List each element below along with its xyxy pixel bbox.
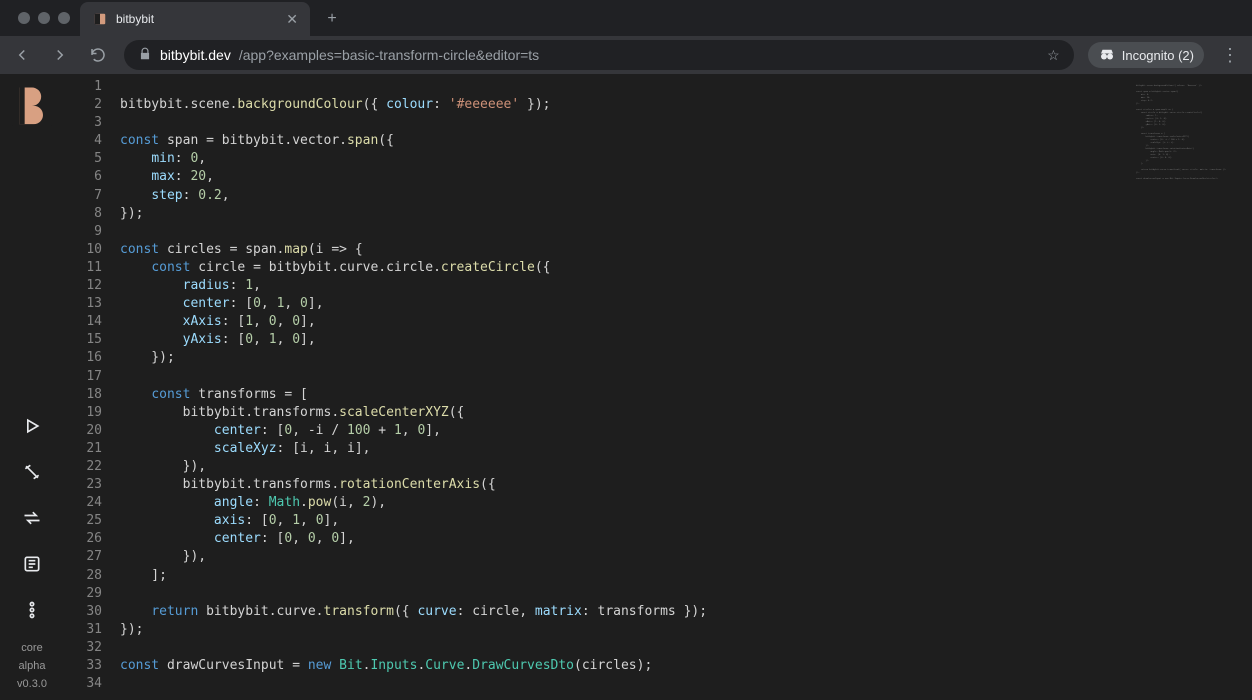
lock-icon xyxy=(138,47,152,64)
url-host: bitbybit.dev xyxy=(160,47,231,63)
sidebar-label-alpha: alpha xyxy=(19,660,46,672)
minimap[interactable]: bitbybit.scene.backgroundColour({ colour… xyxy=(1130,78,1252,700)
incognito-badge[interactable]: Incognito (2) xyxy=(1088,42,1204,68)
sidebar-label-version: v0.3.0 xyxy=(17,678,47,690)
incognito-label: Incognito (2) xyxy=(1122,48,1194,63)
code-editor[interactable]: 1234567891011121314151617181920212223242… xyxy=(64,74,1252,700)
app-sidebar: core alpha v0.3.0 xyxy=(0,74,64,700)
sidebar-label-core: core xyxy=(21,642,42,654)
app-logo[interactable] xyxy=(10,82,54,126)
examples-icon[interactable] xyxy=(20,552,44,576)
stop-sync-icon[interactable] xyxy=(20,460,44,484)
tab-close-icon[interactable]: ✕ xyxy=(286,11,298,28)
code-content[interactable]: bitbybit.scene.backgroundColour({ colour… xyxy=(120,78,1130,700)
reload-button[interactable] xyxy=(86,43,110,67)
bookmark-star-icon[interactable]: ☆ xyxy=(1047,47,1060,64)
address-bar[interactable]: bitbybit.dev/app?examples=basic-transfor… xyxy=(124,40,1074,70)
browser-menu-button[interactable]: ⋮ xyxy=(1218,45,1242,66)
tab-title: bitbybit xyxy=(116,12,154,26)
traffic-min[interactable] xyxy=(38,12,50,24)
forward-button[interactable] xyxy=(48,43,72,67)
traffic-max[interactable] xyxy=(58,12,70,24)
more-menu-icon[interactable] xyxy=(20,598,44,622)
swap-icon[interactable] xyxy=(20,506,44,530)
app-page: core alpha v0.3.0 1234567891011121314151… xyxy=(0,74,1252,700)
browser-toolbar: bitbybit.dev/app?examples=basic-transfor… xyxy=(0,36,1252,74)
run-button[interactable] xyxy=(20,414,44,438)
back-button[interactable] xyxy=(10,43,34,67)
url-path: /app?examples=basic-transform-circle&edi… xyxy=(239,47,539,63)
window-controls xyxy=(8,0,80,36)
browser-tab[interactable]: bitbybit ✕ xyxy=(80,2,310,36)
tab-strip: bitbybit ✕ + xyxy=(0,0,1252,36)
traffic-close[interactable] xyxy=(18,12,30,24)
new-tab-button[interactable]: + xyxy=(318,5,346,33)
favicon-icon xyxy=(92,11,108,27)
line-gutter: 1234567891011121314151617181920212223242… xyxy=(64,78,120,700)
